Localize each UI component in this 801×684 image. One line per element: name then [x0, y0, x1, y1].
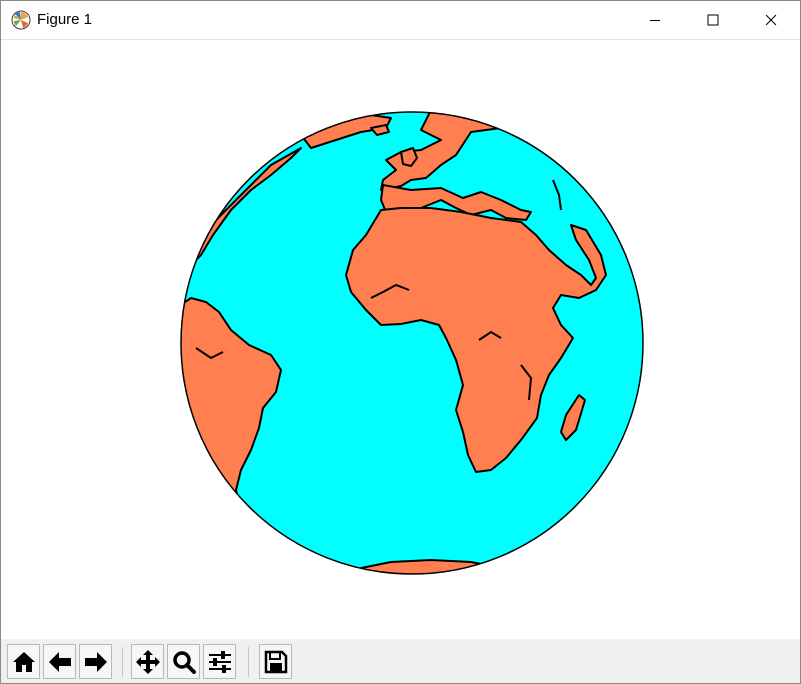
minimize-icon [650, 20, 660, 21]
maximize-icon [707, 14, 719, 26]
zoom-button[interactable] [167, 644, 200, 679]
minimize-button[interactable] [626, 1, 684, 39]
matplotlib-icon [11, 10, 31, 30]
land-antarctica [360, 559, 502, 574]
close-icon [765, 14, 777, 26]
window-title: Figure 1 [37, 11, 93, 28]
forward-arrow-icon [84, 651, 107, 672]
ocean [181, 112, 643, 574]
figure-canvas[interactable] [1, 39, 800, 639]
figure-window: Figure 1 [0, 0, 801, 684]
back-arrow-icon [48, 651, 71, 672]
save-icon [264, 650, 287, 673]
zoom-icon [172, 650, 196, 674]
configure-subplots-button[interactable] [203, 644, 236, 679]
forward-button[interactable] [79, 644, 112, 679]
orthographic-globe [180, 111, 644, 575]
toolbar-separator [122, 647, 123, 677]
close-button[interactable] [742, 1, 800, 39]
maximize-button[interactable] [684, 1, 742, 39]
back-button[interactable] [43, 644, 76, 679]
configure-subplots-icon [208, 650, 231, 673]
save-button[interactable] [259, 644, 292, 679]
title-bar[interactable]: Figure 1 [1, 1, 800, 39]
home-icon [12, 651, 35, 672]
navigation-toolbar [1, 639, 800, 683]
pan-icon [135, 649, 160, 674]
toolbar-separator-2 [248, 647, 249, 677]
home-button[interactable] [7, 644, 40, 679]
pan-button[interactable] [131, 644, 164, 679]
